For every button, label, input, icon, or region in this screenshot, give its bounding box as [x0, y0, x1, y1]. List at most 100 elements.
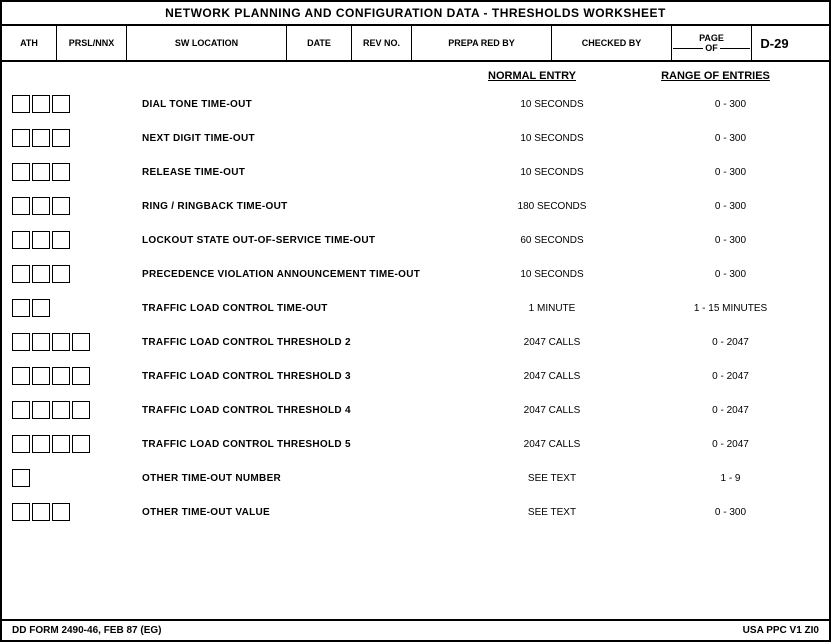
- input-box-threshold-2-2[interactable]: [52, 333, 70, 351]
- input-box-precedence-2[interactable]: [52, 265, 70, 283]
- input-box-release-1[interactable]: [32, 163, 50, 181]
- input-box-next-digit-2[interactable]: [52, 129, 70, 147]
- row-range-precedence: 0 - 300: [642, 269, 819, 280]
- input-box-other-timeout-val-2[interactable]: [52, 503, 70, 521]
- page-title: NETWORK PLANNING AND CONFIGURATION DATA …: [2, 2, 829, 26]
- input-box-threshold-3-1[interactable]: [32, 367, 50, 385]
- table-row: TRAFFIC LOAD CONTROL THRESHOLD 32047 CAL…: [12, 362, 819, 390]
- header-page: PAGE OF: [672, 26, 752, 60]
- input-box-threshold-2-3[interactable]: [72, 333, 90, 351]
- input-box-threshold-2-1[interactable]: [32, 333, 50, 351]
- row-normal-other-timeout-num: SEE TEXT: [462, 473, 642, 484]
- input-box-threshold-4-0[interactable]: [12, 401, 30, 419]
- input-box-other-timeout-val-0[interactable]: [12, 503, 30, 521]
- row-range-dial-tone: 0 - 300: [642, 99, 819, 110]
- row-range-ring-ringback: 0 - 300: [642, 201, 819, 212]
- input-box-ring-ringback-0[interactable]: [12, 197, 30, 215]
- input-box-traffic-timeout-0[interactable]: [12, 299, 30, 317]
- row-normal-threshold-4: 2047 CALLS: [462, 405, 642, 416]
- row-label-other-timeout-val: OTHER TIME-OUT VALUE: [142, 507, 462, 518]
- input-box-threshold-5-2[interactable]: [52, 435, 70, 453]
- row-label-ring-ringback: RING / RINGBACK TIME-OUT: [142, 201, 462, 212]
- header-row: ATH PRSL/NNX SW LOCATION DATE REV NO. PR…: [2, 26, 829, 62]
- input-boxes-traffic-timeout: [12, 299, 142, 317]
- input-box-dial-tone-2[interactable]: [52, 95, 70, 113]
- row-label-threshold-4: TRAFFIC LOAD CONTROL THRESHOLD 4: [142, 405, 462, 416]
- input-boxes-dial-tone: [12, 95, 142, 113]
- content-area: NORMAL ENTRY RANGE OF ENTRIES DIAL TONE …: [2, 62, 829, 619]
- col-range-header: RANGE OF ENTRIES: [661, 70, 770, 82]
- row-label-threshold-5: TRAFFIC LOAD CONTROL THRESHOLD 5: [142, 439, 462, 450]
- input-boxes-release: [12, 163, 142, 181]
- row-normal-precedence: 10 SECONDS: [462, 269, 642, 280]
- row-range-other-timeout-val: 0 - 300: [642, 507, 819, 518]
- row-range-traffic-timeout: 1 - 15 MINUTES: [642, 303, 819, 314]
- input-box-next-digit-1[interactable]: [32, 129, 50, 147]
- input-boxes-lockout: [12, 231, 142, 249]
- table-row: TRAFFIC LOAD CONTROL THRESHOLD 42047 CAL…: [12, 396, 819, 424]
- row-label-release: RELEASE TIME-OUT: [142, 167, 462, 178]
- input-box-ring-ringback-2[interactable]: [52, 197, 70, 215]
- input-box-threshold-3-0[interactable]: [12, 367, 30, 385]
- row-normal-threshold-5: 2047 CALLS: [462, 439, 642, 450]
- input-box-lockout-2[interactable]: [52, 231, 70, 249]
- header-docnum: D-29: [752, 26, 797, 60]
- input-box-threshold-5-3[interactable]: [72, 435, 90, 453]
- input-box-threshold-5-0[interactable]: [12, 435, 30, 453]
- row-normal-release: 10 SECONDS: [462, 167, 642, 178]
- row-label-precedence: PRECEDENCE VIOLATION ANNOUNCEMENT TIME-O…: [142, 269, 462, 280]
- rows-container: DIAL TONE TIME-OUT10 SECONDS0 - 300NEXT …: [12, 90, 819, 526]
- row-normal-threshold-3: 2047 CALLS: [462, 371, 642, 382]
- footer-row: DD FORM 2490-46, FEB 87 (EG) USA PPC V1 …: [2, 619, 829, 640]
- input-box-other-timeout-val-1[interactable]: [32, 503, 50, 521]
- input-boxes-threshold-4: [12, 401, 142, 419]
- table-row: RELEASE TIME-OUT10 SECONDS0 - 300: [12, 158, 819, 186]
- table-row: PRECEDENCE VIOLATION ANNOUNCEMENT TIME-O…: [12, 260, 819, 288]
- input-box-precedence-1[interactable]: [32, 265, 50, 283]
- row-normal-ring-ringback: 180 SECONDS: [462, 201, 642, 212]
- row-normal-dial-tone: 10 SECONDS: [462, 99, 642, 110]
- row-label-threshold-2: TRAFFIC LOAD CONTROL THRESHOLD 2: [142, 337, 462, 348]
- input-box-threshold-5-1[interactable]: [32, 435, 50, 453]
- input-box-threshold-4-2[interactable]: [52, 401, 70, 419]
- input-box-threshold-4-1[interactable]: [32, 401, 50, 419]
- header-rev: REV NO.: [352, 26, 412, 60]
- input-box-next-digit-0[interactable]: [12, 129, 30, 147]
- input-boxes-threshold-3: [12, 367, 142, 385]
- input-boxes-precedence: [12, 265, 142, 283]
- row-range-threshold-2: 0 - 2047: [642, 337, 819, 348]
- row-normal-next-digit: 10 SECONDS: [462, 133, 642, 144]
- input-box-threshold-3-3[interactable]: [72, 367, 90, 385]
- input-box-traffic-timeout-1[interactable]: [32, 299, 50, 317]
- input-boxes-ring-ringback: [12, 197, 142, 215]
- input-box-lockout-1[interactable]: [32, 231, 50, 249]
- input-boxes-other-timeout-val: [12, 503, 142, 521]
- input-box-ring-ringback-1[interactable]: [32, 197, 50, 215]
- page-wrapper: NETWORK PLANNING AND CONFIGURATION DATA …: [0, 0, 831, 642]
- input-box-release-2[interactable]: [52, 163, 70, 181]
- row-range-release: 0 - 300: [642, 167, 819, 178]
- input-box-threshold-2-0[interactable]: [12, 333, 30, 351]
- input-box-lockout-0[interactable]: [12, 231, 30, 249]
- input-box-threshold-3-2[interactable]: [52, 367, 70, 385]
- input-box-other-timeout-num-0[interactable]: [12, 469, 30, 487]
- table-row: LOCKOUT STATE OUT-OF-SERVICE TIME-OUT60 …: [12, 226, 819, 254]
- row-label-other-timeout-num: OTHER TIME-OUT NUMBER: [142, 473, 462, 484]
- row-label-traffic-timeout: TRAFFIC LOAD CONTROL TIME-OUT: [142, 303, 462, 314]
- table-row: OTHER TIME-OUT VALUESEE TEXT0 - 300: [12, 498, 819, 526]
- input-box-dial-tone-1[interactable]: [32, 95, 50, 113]
- title-text: NETWORK PLANNING AND CONFIGURATION DATA …: [165, 6, 666, 20]
- row-range-other-timeout-num: 1 - 9: [642, 473, 819, 484]
- footer-right: USA PPC V1 ZI0: [743, 625, 819, 636]
- col-normal-header: NORMAL ENTRY: [488, 70, 576, 82]
- input-box-threshold-4-3[interactable]: [72, 401, 90, 419]
- header-prsl: PRSL/NNX: [57, 26, 127, 60]
- header-prepared: PREPA RED BY: [412, 26, 552, 60]
- input-box-precedence-0[interactable]: [12, 265, 30, 283]
- table-row: TRAFFIC LOAD CONTROL TIME-OUT1 MINUTE1 -…: [12, 294, 819, 322]
- input-box-release-0[interactable]: [12, 163, 30, 181]
- row-range-lockout: 0 - 300: [642, 235, 819, 246]
- input-box-dial-tone-0[interactable]: [12, 95, 30, 113]
- header-ath: ATH: [2, 26, 57, 60]
- table-row: DIAL TONE TIME-OUT10 SECONDS0 - 300: [12, 90, 819, 118]
